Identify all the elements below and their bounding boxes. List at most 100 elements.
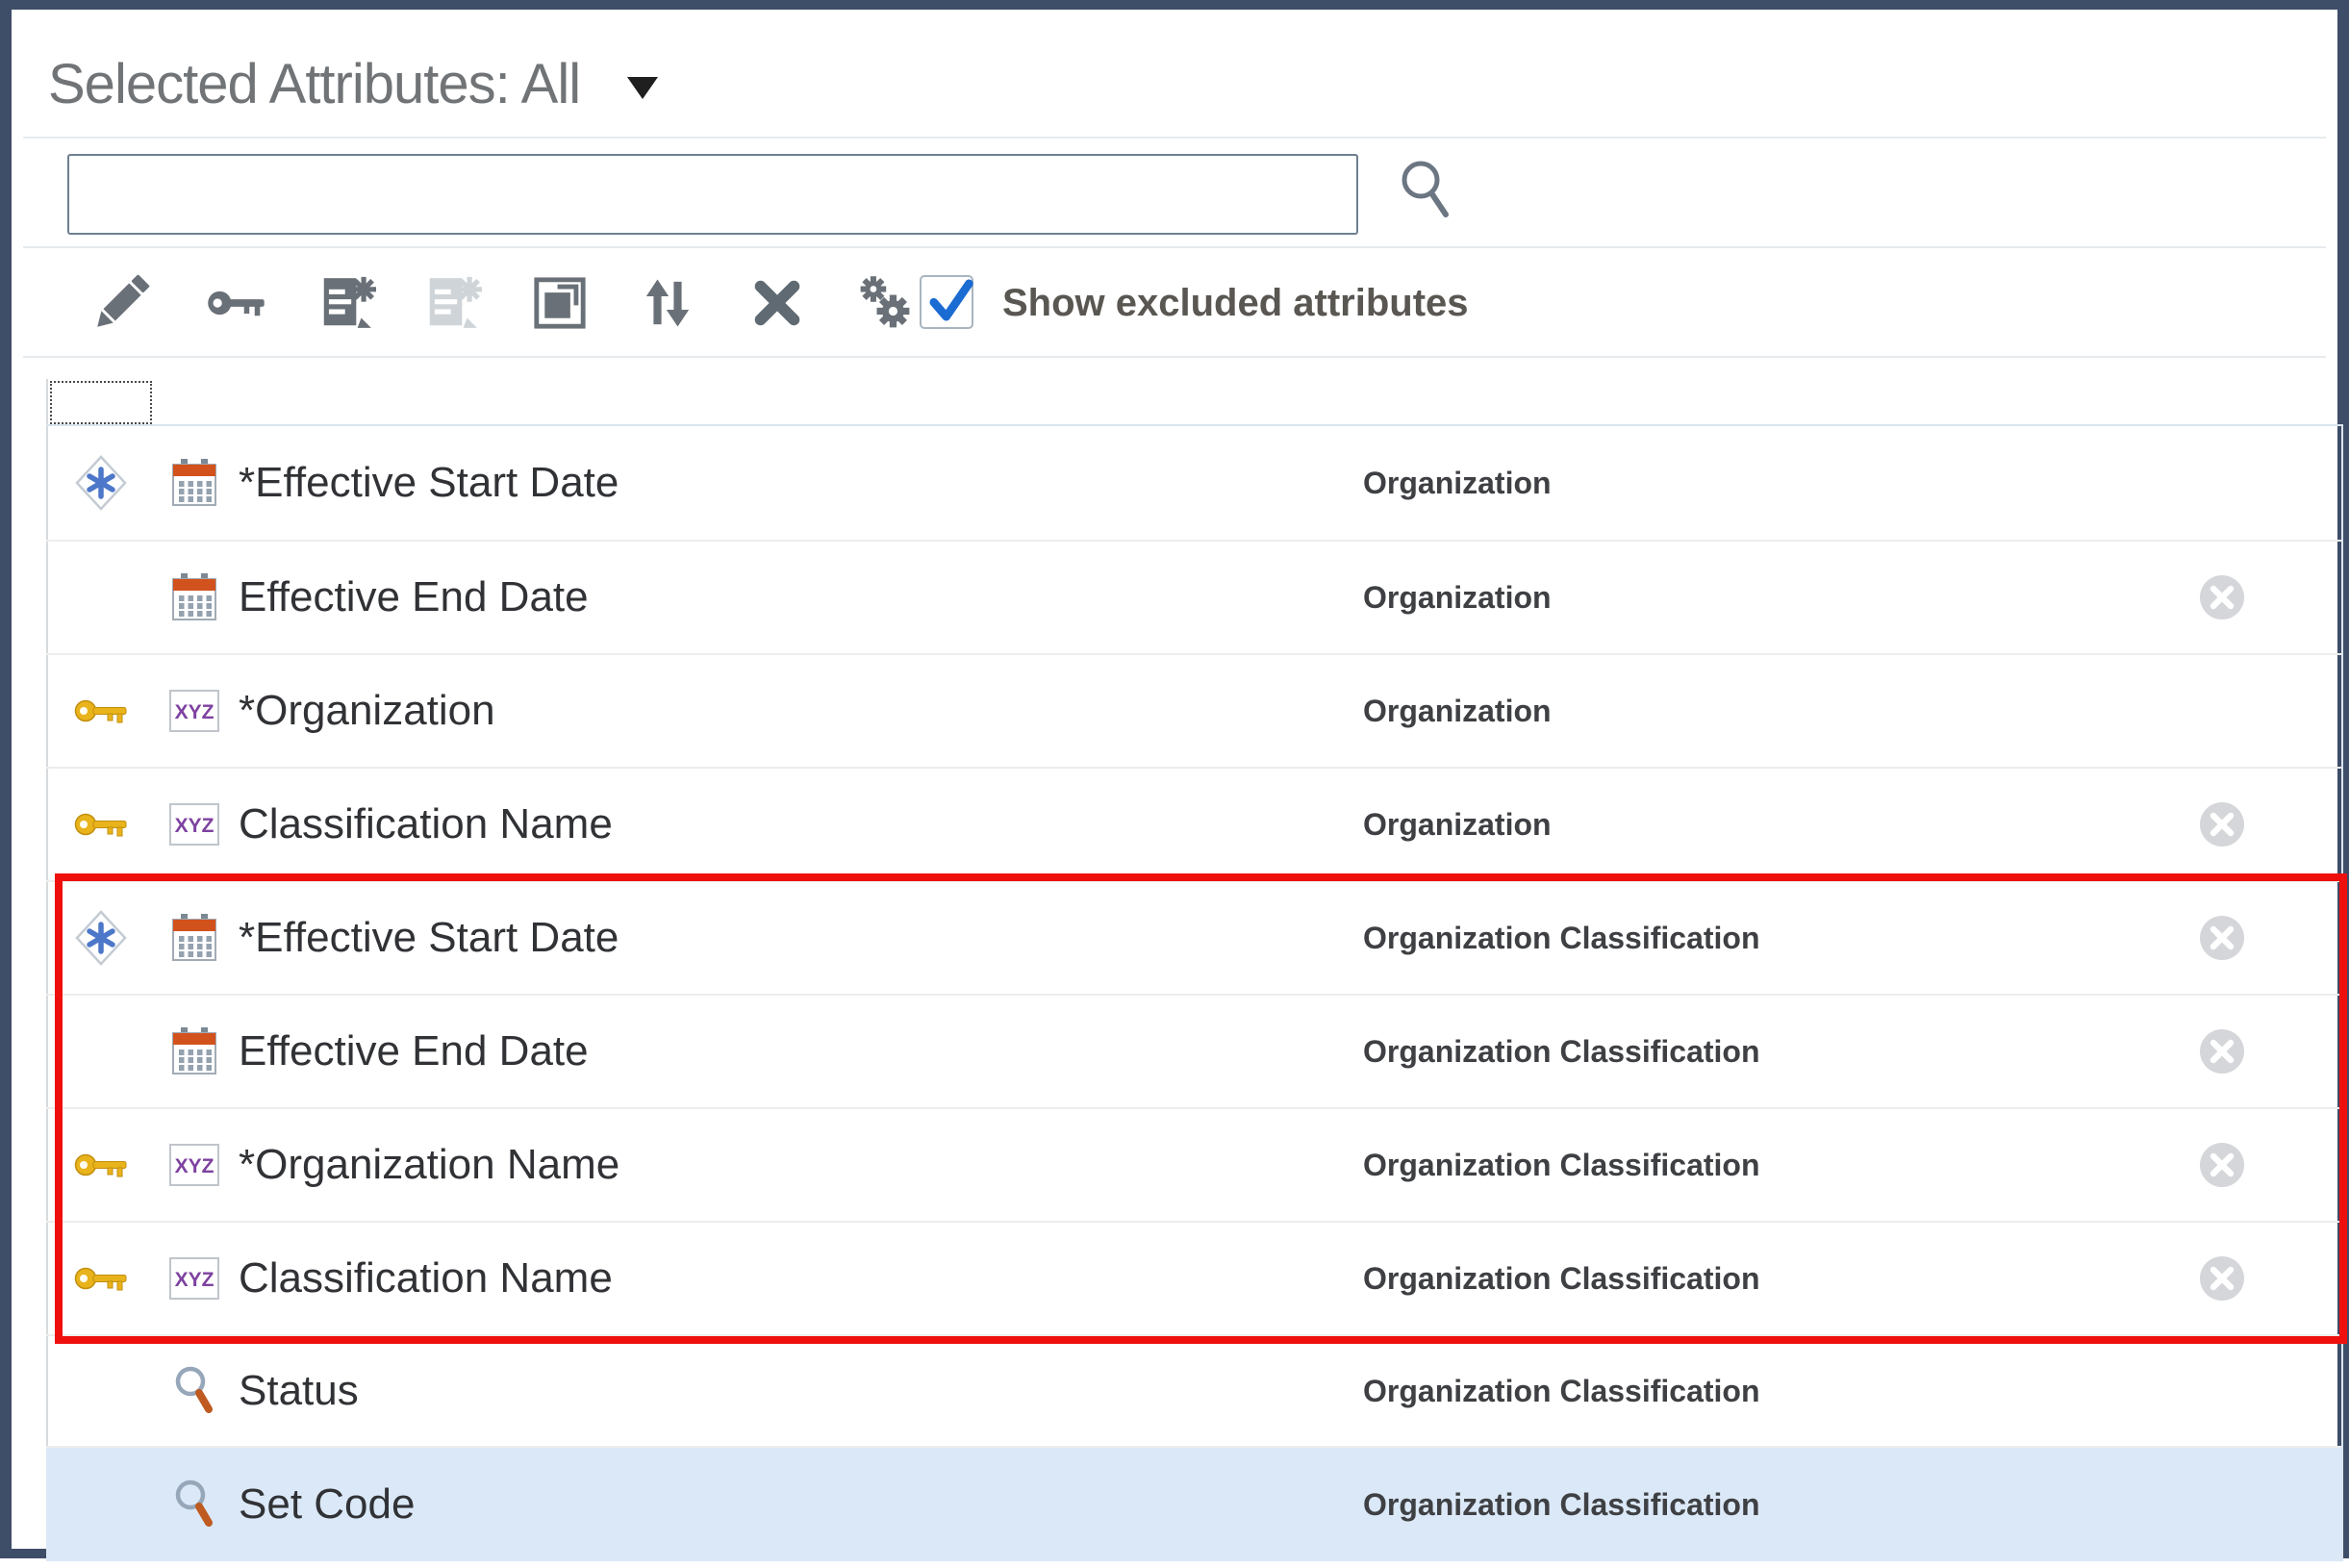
- edit-button[interactable]: [78, 248, 164, 358]
- create-attribute-disabled-button[interactable]: [409, 248, 495, 358]
- svg-text:XYZ: XYZ: [175, 815, 215, 837]
- required-diamond-icon: [75, 455, 127, 511]
- marker-cell: [71, 1448, 131, 1561]
- attribute-name: *Organization Name: [239, 1109, 619, 1221]
- marker-cell: [71, 1109, 131, 1221]
- new-document-star-disabled-icon: [422, 273, 482, 333]
- search-section: [23, 137, 2326, 248]
- calendar-icon: [171, 914, 217, 962]
- primary-key-icon: [73, 695, 129, 726]
- attribute-row[interactable]: *Effective Start Date Organization: [46, 426, 2343, 540]
- entity-name: Organization Classification: [1363, 882, 1760, 994]
- attribute-type-cell: XYZ: [167, 1109, 221, 1221]
- attribute-name: *Effective Start Date: [239, 426, 619, 540]
- search-icon: [1398, 157, 1457, 230]
- attribute-type-cell: [167, 996, 221, 1107]
- attribute-name: *Effective Start Date: [239, 882, 619, 994]
- attribute-name: *Organization: [239, 655, 495, 767]
- attribute-row[interactable]: XYZClassification NameOrganization Class…: [46, 1221, 2343, 1334]
- marker-cell: [71, 655, 131, 767]
- attribute-type-cell: XYZ: [167, 769, 221, 880]
- create-attribute-button[interactable]: [303, 248, 390, 358]
- attribute-type-cell: XYZ: [167, 1223, 221, 1334]
- dropdown-caret-icon[interactable]: [626, 75, 659, 100]
- entity-name: Organization: [1363, 542, 1552, 653]
- remove-attribute-button[interactable]: [2199, 1109, 2245, 1221]
- primary-key-button[interactable]: [193, 248, 280, 358]
- attribute-type-cell: [167, 1448, 221, 1561]
- x-icon: [752, 278, 802, 328]
- entity-name: Organization Classification: [1363, 1448, 1760, 1561]
- remove-attribute-icon: [2199, 801, 2245, 847]
- page-title: Selected Attributes: All: [48, 52, 580, 116]
- attribute-row[interactable]: XYZ Classification Name Organization: [46, 767, 2343, 880]
- selected-attributes-panel: Selected Attributes: All: [0, 0, 2349, 1558]
- attribute-name: Effective End Date: [239, 542, 589, 653]
- entity-name: Organization: [1363, 426, 1552, 540]
- attribute-type-cell: [167, 1336, 221, 1446]
- remove-attribute-button[interactable]: [2199, 542, 2245, 653]
- remove-attribute-button[interactable]: [2199, 996, 2245, 1107]
- settings-button[interactable]: [842, 248, 928, 358]
- xyz-text-attribute-icon: XYZ: [169, 690, 219, 732]
- attribute-row[interactable]: XYZ*OrganizationOrganization: [46, 653, 2343, 767]
- new-document-star-icon: [316, 273, 376, 333]
- up-down-arrows-icon: [641, 276, 695, 330]
- xyz-text-attribute-icon: XYZ: [169, 1257, 219, 1300]
- marker-cell: [71, 426, 131, 540]
- attribute-row[interactable]: *Effective Start Date Organization Classi…: [46, 880, 2343, 994]
- marker-column-header-cell[interactable]: [50, 381, 152, 424]
- remove-attribute-button[interactable]: [2199, 1223, 2245, 1334]
- svg-text:XYZ: XYZ: [175, 1155, 215, 1177]
- calendar-icon: [171, 1027, 217, 1075]
- attribute-name: Set Code: [239, 1448, 415, 1561]
- attribute-name: Status: [239, 1336, 359, 1446]
- required-diamond-icon: [75, 910, 127, 966]
- marker-cell: [71, 882, 131, 994]
- attribute-name: Effective End Date: [239, 996, 589, 1107]
- primary-key-icon: [73, 1150, 129, 1180]
- panel-header: Selected Attributes: All: [48, 42, 659, 125]
- remove-attribute-icon: [2199, 1142, 2245, 1188]
- remove-attribute-button[interactable]: [2199, 882, 2245, 994]
- svg-text:XYZ: XYZ: [175, 701, 215, 723]
- attribute-type-cell: [167, 426, 221, 540]
- reorder-button[interactable]: [624, 248, 711, 358]
- attribute-row[interactable]: XYZ *Organization Name Organization Classi…: [46, 1107, 2343, 1221]
- pencil-icon: [88, 269, 155, 337]
- remove-attribute-icon: [2199, 915, 2245, 961]
- xyz-text-attribute-icon: XYZ: [169, 1144, 219, 1186]
- attribute-row[interactable]: Set Code Organization Classification: [46, 1446, 2343, 1561]
- copy-icon: [532, 275, 588, 331]
- marker-cell: [71, 1223, 131, 1334]
- svg-text:XYZ: XYZ: [175, 1269, 215, 1291]
- remove-attribute-icon: [2199, 1255, 2245, 1302]
- search-button[interactable]: [1389, 156, 1466, 233]
- show-excluded-checkbox[interactable]: [920, 275, 973, 329]
- attribute-row[interactable]: Effective End Date Organization Classific…: [46, 994, 2343, 1107]
- attribute-name: Classification Name: [239, 1223, 613, 1334]
- primary-key-icon: [73, 809, 129, 840]
- marker-cell: [71, 769, 131, 880]
- entity-name: Organization: [1363, 769, 1552, 880]
- attributes-toolbar: Show excluded attributes: [23, 248, 2326, 358]
- xyz-text-attribute-icon: XYZ: [169, 803, 219, 846]
- remove-attribute-button[interactable]: [2199, 769, 2245, 880]
- copy-attribute-button[interactable]: [517, 248, 603, 358]
- search-input[interactable]: [67, 154, 1358, 235]
- entity-name: Organization Classification: [1363, 1109, 1760, 1221]
- calendar-icon: [171, 573, 217, 621]
- primary-key-icon: [73, 1263, 129, 1294]
- entity-name: Organization Classification: [1363, 1336, 1760, 1446]
- key-icon: [206, 286, 267, 320]
- entity-name: Organization Classification: [1363, 996, 1760, 1107]
- remove-button[interactable]: [734, 248, 821, 358]
- marker-cell: [71, 996, 131, 1107]
- attribute-name: Classification Name: [239, 769, 613, 880]
- attribute-type-cell: XYZ: [167, 655, 221, 767]
- attribute-row[interactable]: Status Organization Classification: [46, 1334, 2343, 1446]
- attribute-row[interactable]: Effective End Date Organization: [46, 540, 2343, 653]
- remove-attribute-icon: [2199, 574, 2245, 620]
- lookup-magnifier-icon: [172, 1479, 216, 1530]
- calendar-icon: [171, 459, 217, 507]
